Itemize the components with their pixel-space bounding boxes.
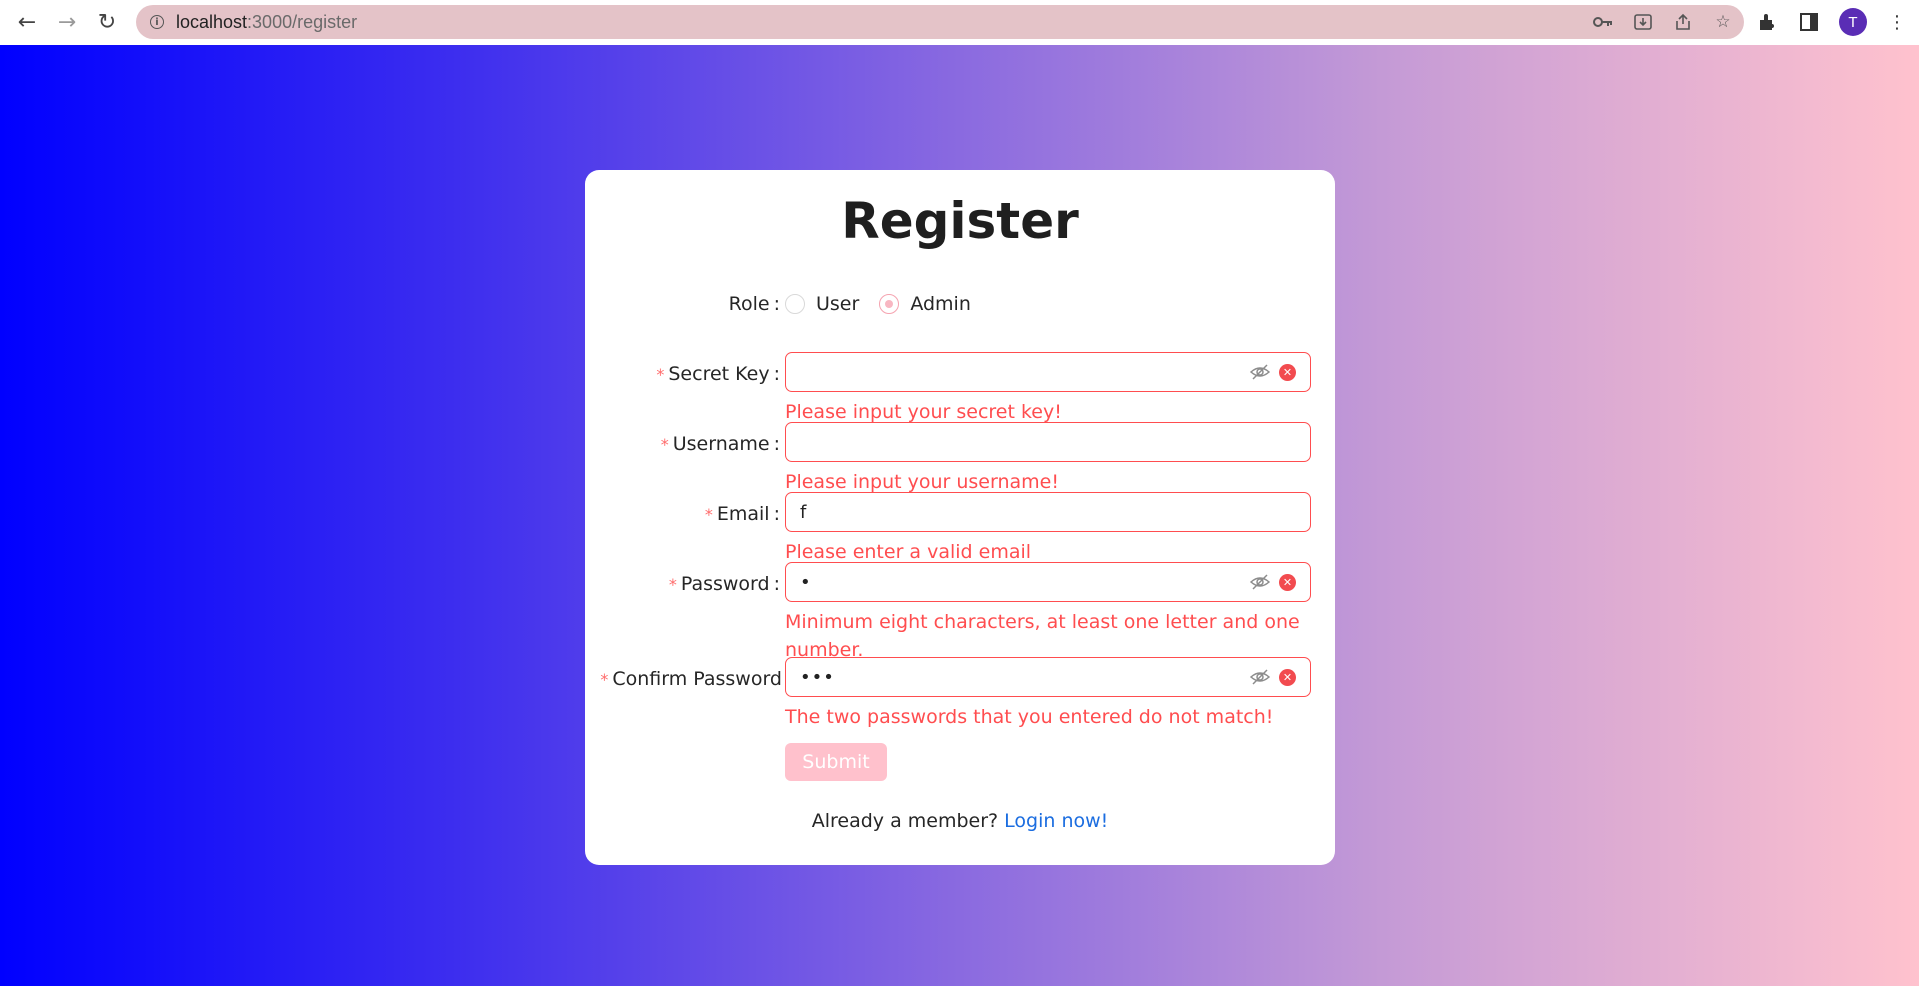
confirm-password-input[interactable]: ••• ✕ bbox=[785, 657, 1311, 697]
radio-button-selected[interactable] bbox=[879, 294, 900, 314]
reload-icon[interactable]: ↻ bbox=[87, 2, 127, 42]
clear-icon[interactable]: ✕ bbox=[1279, 364, 1296, 381]
username-input[interactable] bbox=[785, 422, 1311, 462]
star-icon[interactable]: ☆ bbox=[1712, 11, 1734, 33]
password-error: Minimum eight characters, at least one l… bbox=[785, 611, 1300, 661]
extensions-icon[interactable] bbox=[1755, 10, 1779, 34]
page-background: Register Role: User Admin * Secret Key: ✕… bbox=[0, 45, 1919, 986]
share-icon[interactable] bbox=[1672, 11, 1694, 33]
confirm-password-error: The two passwords that you entered do no… bbox=[785, 706, 1274, 728]
avatar[interactable]: T bbox=[1839, 8, 1867, 36]
eye-invisible-icon[interactable] bbox=[1249, 364, 1271, 380]
role-option-user[interactable]: User bbox=[785, 293, 859, 315]
register-card: Register Role: User Admin * Secret Key: ✕… bbox=[585, 170, 1335, 865]
install-icon[interactable] bbox=[1632, 11, 1654, 33]
side-panel-icon[interactable] bbox=[1797, 10, 1821, 34]
forward-arrow-icon[interactable]: → bbox=[47, 2, 87, 42]
page-title: Register bbox=[841, 192, 1079, 250]
email-input[interactable]: f bbox=[785, 492, 1311, 532]
key-icon[interactable] bbox=[1592, 11, 1614, 33]
username-label: * Username: bbox=[660, 433, 780, 455]
password-label: * Password: bbox=[668, 573, 780, 595]
role-label: Role: bbox=[728, 293, 780, 315]
role-radio-group: User Admin bbox=[785, 290, 991, 318]
secret-key-input[interactable]: ✕ bbox=[785, 352, 1311, 392]
address-bar[interactable]: i localhost:3000/register ☆ bbox=[136, 5, 1744, 39]
eye-invisible-icon[interactable] bbox=[1249, 574, 1271, 590]
secret-key-label: * Secret Key: bbox=[656, 363, 780, 385]
confirm-password-label: * Confirm Password bbox=[600, 668, 782, 690]
more-menu-icon[interactable]: ⋮ bbox=[1885, 10, 1909, 34]
browser-toolbar: ← → ↻ i localhost:3000/register ☆ T ⋮ bbox=[0, 0, 1919, 45]
site-info-icon[interactable]: i bbox=[150, 15, 164, 29]
submit-button[interactable]: Submit bbox=[785, 743, 887, 781]
login-link[interactable]: Login now! bbox=[1004, 810, 1108, 832]
email-label: * Email: bbox=[704, 503, 780, 525]
radio-button[interactable] bbox=[785, 294, 805, 314]
password-input[interactable]: • ✕ bbox=[785, 562, 1311, 602]
eye-invisible-icon[interactable] bbox=[1249, 669, 1271, 685]
back-arrow-icon[interactable]: ← bbox=[7, 2, 47, 42]
url-text[interactable]: localhost:3000/register bbox=[176, 12, 357, 33]
login-prompt: Already a member? Login now! bbox=[811, 810, 1109, 832]
clear-icon[interactable]: ✕ bbox=[1279, 669, 1296, 686]
role-option-admin[interactable]: Admin bbox=[879, 293, 971, 315]
clear-icon[interactable]: ✕ bbox=[1279, 574, 1296, 591]
